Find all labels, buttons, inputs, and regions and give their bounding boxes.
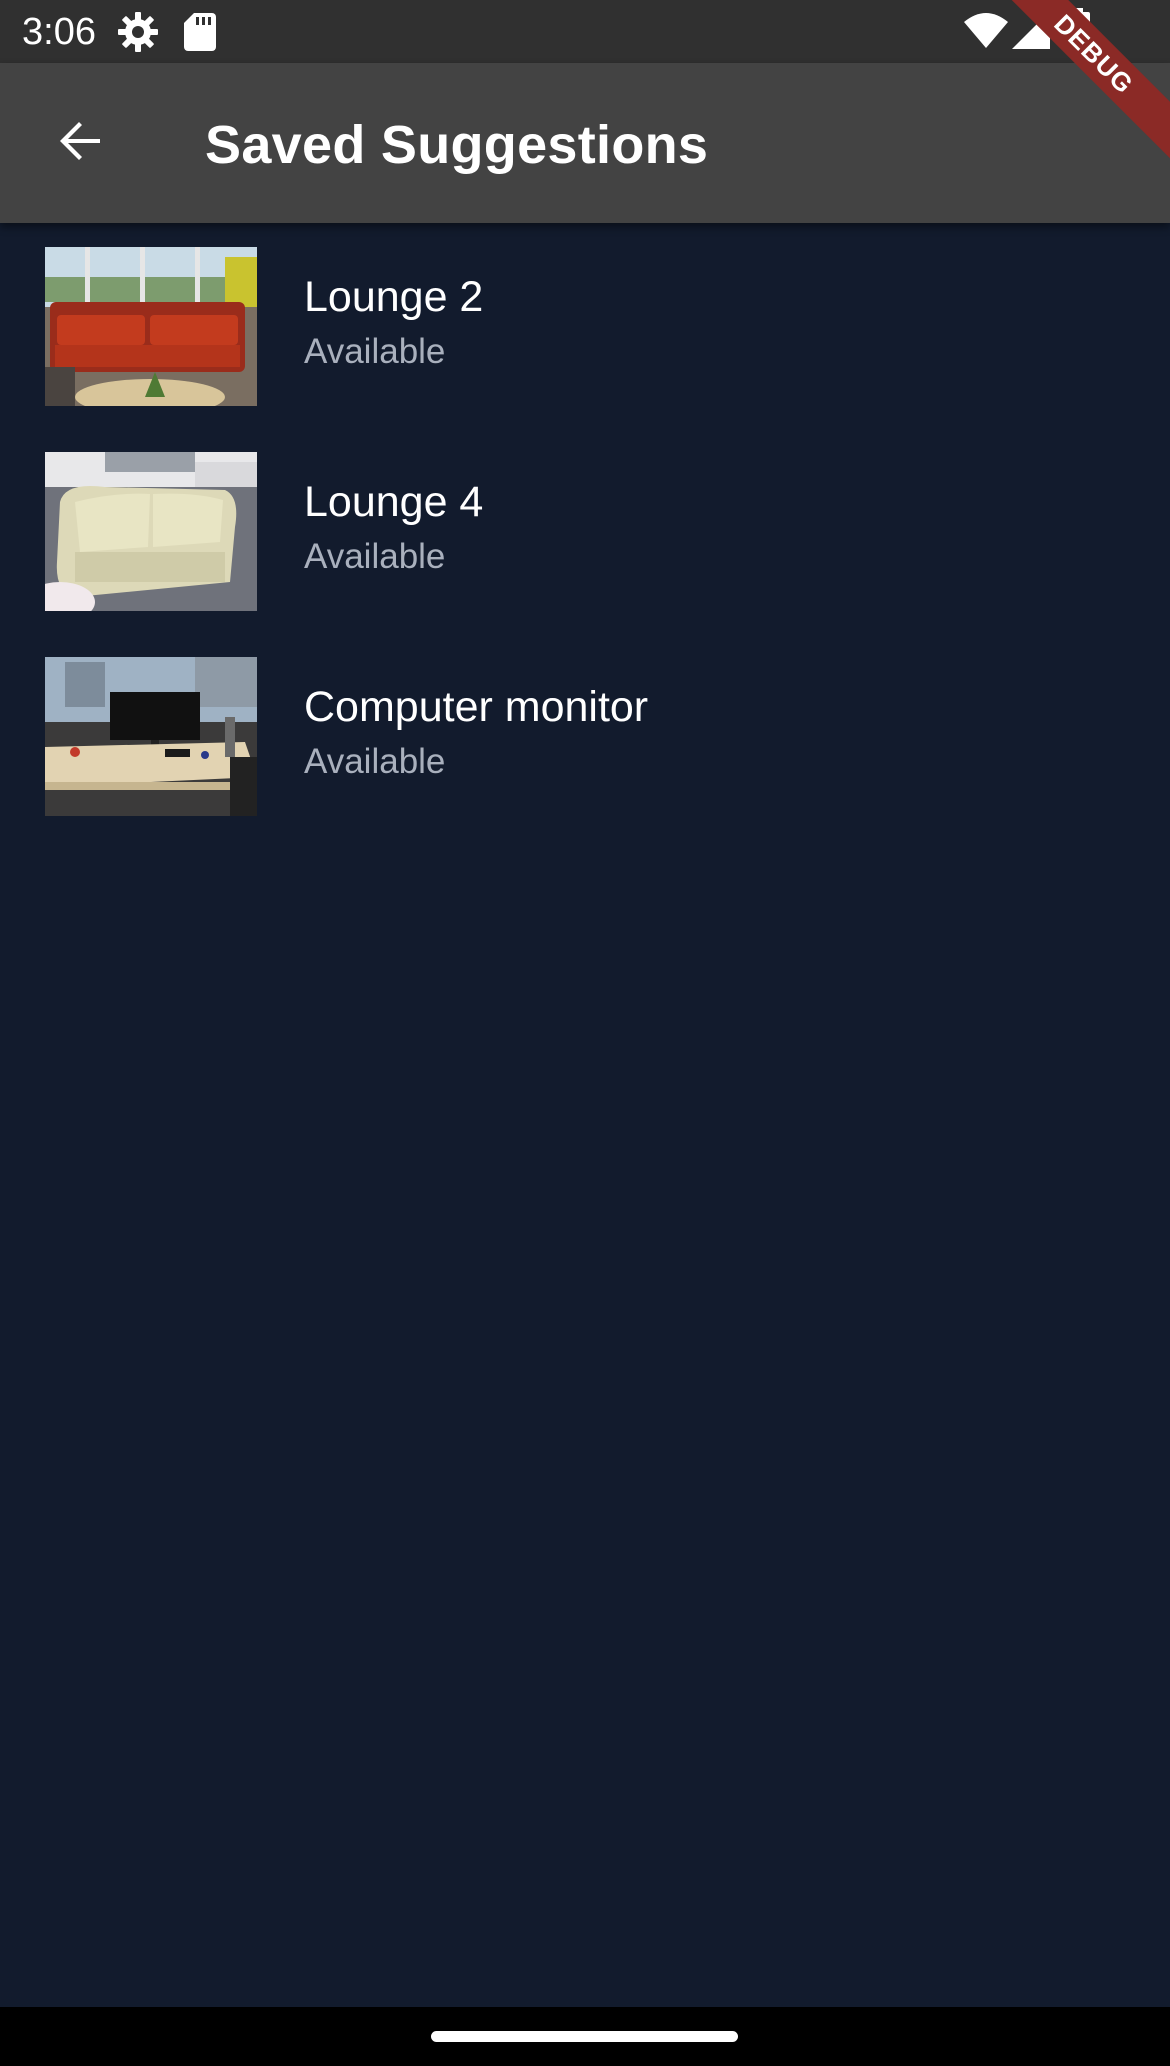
back-button[interactable] bbox=[40, 103, 120, 183]
orange-sofa-photo bbox=[45, 247, 257, 406]
arrow-back-icon bbox=[56, 117, 104, 170]
status-time: 3:06 bbox=[22, 11, 96, 53]
item-title: Lounge 4 bbox=[304, 478, 484, 526]
item-title: Computer monitor bbox=[304, 683, 649, 731]
screen: 3:06 Saved Suggestions DEBUG Lounge 2 Av… bbox=[0, 0, 1170, 2066]
navigation-bar bbox=[0, 2007, 1170, 2066]
sd-card-icon bbox=[184, 13, 216, 56]
item-title: Lounge 2 bbox=[304, 273, 484, 321]
item-thumbnail bbox=[45, 657, 257, 816]
item-status: Available bbox=[304, 742, 446, 781]
status-bar: 3:06 bbox=[0, 0, 1170, 63]
list-item[interactable]: Lounge 4 Available bbox=[0, 428, 1170, 633]
wifi-icon bbox=[964, 12, 1008, 53]
cream-sofa-photo bbox=[45, 452, 257, 611]
item-thumbnail bbox=[45, 452, 257, 611]
cell-signal-icon bbox=[1012, 11, 1050, 54]
item-status: Available bbox=[304, 332, 446, 371]
app-bar: Saved Suggestions bbox=[0, 63, 1170, 223]
desk-monitor-photo bbox=[45, 657, 257, 816]
item-thumbnail bbox=[45, 247, 257, 406]
item-status: Available bbox=[304, 537, 446, 576]
list-item[interactable]: Computer monitor Available bbox=[0, 633, 1170, 838]
saved-suggestions-list: Lounge 2 Available Lounge 4 Available Co… bbox=[0, 223, 1170, 838]
list-item[interactable]: Lounge 2 Available bbox=[0, 223, 1170, 428]
page-title: Saved Suggestions bbox=[205, 115, 709, 175]
settings-gear-icon bbox=[116, 10, 160, 59]
home-indicator[interactable] bbox=[431, 2031, 738, 2042]
battery-icon bbox=[1066, 8, 1090, 55]
